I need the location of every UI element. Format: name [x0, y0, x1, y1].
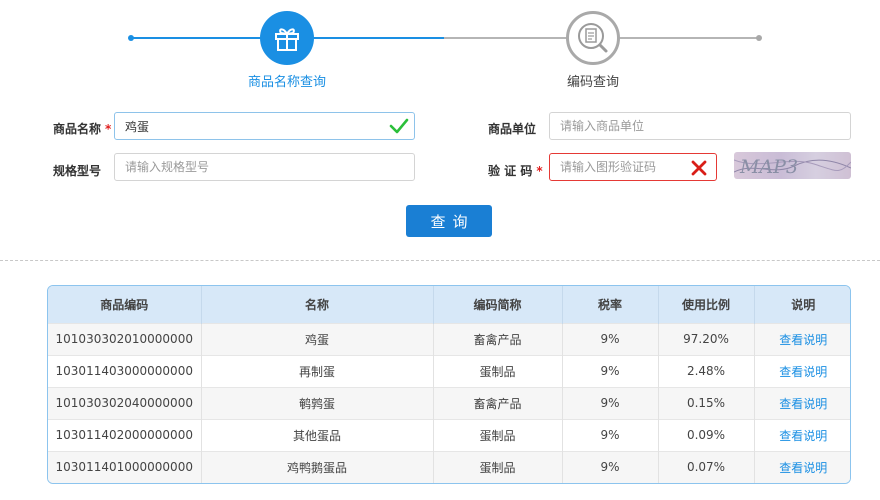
progress-stepper: 商品名称查询 编码查询 — [0, 0, 880, 100]
cell-description: 查看说明 — [754, 386, 850, 419]
cell-tax-rate: 9% — [562, 386, 659, 419]
table-row: 103011401000000000 鸡鸭鹅蛋品 蛋制品 9% 0.07% 查看… — [48, 450, 850, 483]
section-divider — [0, 260, 880, 261]
spec-model-label: 规格型号 — [53, 162, 101, 179]
step-2-label[interactable]: 编码查询 — [523, 71, 663, 90]
cell-code: 103011402000000000 — [48, 418, 202, 451]
step-1-circle[interactable] — [260, 11, 314, 65]
cell-description: 查看说明 — [754, 418, 850, 451]
cell-short-name: 蛋制品 — [433, 354, 563, 387]
product-name-label: 商品名称 * — [53, 120, 111, 137]
cell-name: 鹌鹑蛋 — [201, 386, 434, 419]
cell-code: 101030302040000000 — [48, 386, 202, 419]
cell-short-name: 畜禽产品 — [433, 386, 563, 419]
cell-code: 101030302010000000 — [48, 322, 202, 355]
column-header-description: 说明 — [754, 286, 850, 323]
column-header-code: 商品编码 — [48, 286, 202, 323]
spec-model-input[interactable] — [114, 153, 415, 181]
product-name-input[interactable] — [114, 112, 415, 140]
view-description-link[interactable]: 查看说明 — [779, 461, 827, 475]
cell-short-name: 蛋制品 — [433, 418, 563, 451]
table-row: 101030302010000000 鸡蛋 畜禽产品 9% 97.20% 查看说… — [48, 322, 850, 355]
cell-usage-ratio: 0.07% — [658, 450, 755, 483]
cell-tax-rate: 9% — [562, 354, 659, 387]
view-description-link[interactable]: 查看说明 — [779, 429, 827, 443]
captcha-label-text: 验 证 码 — [488, 164, 533, 178]
cell-description: 查看说明 — [754, 322, 850, 355]
captcha-text: MAP3 — [739, 156, 798, 178]
column-header-name: 名称 — [201, 286, 434, 323]
table-header-row: 商品编码 名称 编码简称 税率 使用比例 说明 — [48, 286, 850, 323]
step-2-circle[interactable] — [566, 11, 620, 65]
spec-model-label-text: 规格型号 — [53, 164, 102, 178]
column-header-usage-ratio: 使用比例 — [658, 286, 755, 323]
gift-icon — [275, 28, 299, 51]
cell-name: 再制蛋 — [201, 354, 434, 387]
step-start-dot — [128, 35, 134, 41]
cell-name: 鸡蛋 — [201, 322, 434, 355]
table-row: 103011403000000000 再制蛋 蛋制品 9% 2.48% 查看说明 — [48, 354, 850, 387]
column-header-tax-rate: 税率 — [562, 286, 659, 323]
cell-short-name: 畜禽产品 — [433, 322, 563, 355]
cell-usage-ratio: 0.15% — [658, 386, 755, 419]
step-end-dot — [756, 35, 762, 41]
cell-tax-rate: 9% — [562, 322, 659, 355]
cell-name: 鸡鸭鹅蛋品 — [201, 450, 434, 483]
cell-name: 其他蛋品 — [201, 418, 434, 451]
view-description-link[interactable]: 查看说明 — [779, 397, 827, 411]
product-unit-input[interactable] — [549, 112, 851, 140]
step-1-label[interactable]: 商品名称查询 — [217, 71, 357, 90]
table-row: 103011402000000000 其他蛋品 蛋制品 9% 0.09% 查看说… — [48, 418, 850, 451]
cell-usage-ratio: 0.09% — [658, 418, 755, 451]
cell-code: 103011403000000000 — [48, 354, 202, 387]
cell-usage-ratio: 2.48% — [658, 354, 755, 387]
captcha-label: 验 证 码 * — [488, 162, 543, 179]
captcha-image[interactable]: MAP3 — [734, 152, 851, 179]
required-marker: * — [105, 122, 112, 136]
cell-code: 103011401000000000 — [48, 450, 202, 483]
product-name-label-text: 商品名称 — [53, 122, 102, 136]
invalid-cross-icon — [688, 157, 710, 179]
cell-description: 查看说明 — [754, 354, 850, 387]
cell-tax-rate: 9% — [562, 418, 659, 451]
table-row: 101030302040000000 鹌鹑蛋 畜禽产品 9% 0.15% 查看说… — [48, 386, 850, 419]
results-table: 商品编码 名称 编码简称 税率 使用比例 说明 1010303020100000… — [47, 285, 851, 484]
query-button[interactable]: 查询 — [406, 205, 492, 237]
required-marker: * — [536, 164, 543, 178]
product-unit-label: 商品单位 — [488, 120, 536, 137]
document-search-icon — [578, 23, 608, 53]
valid-check-icon — [388, 115, 410, 137]
view-description-link[interactable]: 查看说明 — [779, 333, 827, 347]
cell-short-name: 蛋制品 — [433, 450, 563, 483]
cell-description: 查看说明 — [754, 450, 850, 483]
cell-usage-ratio: 97.20% — [658, 322, 755, 355]
cell-tax-rate: 9% — [562, 450, 659, 483]
view-description-link[interactable]: 查看说明 — [779, 365, 827, 379]
product-unit-label-text: 商品单位 — [488, 122, 537, 136]
column-header-short-name: 编码简称 — [433, 286, 563, 323]
